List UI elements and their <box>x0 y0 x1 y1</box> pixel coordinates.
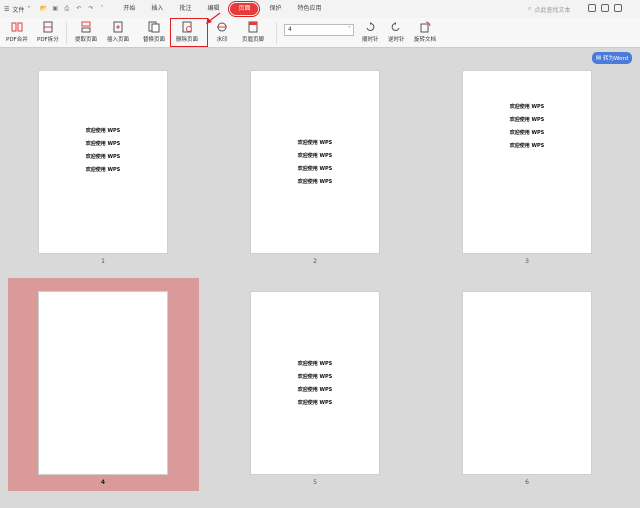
page-number: 3 <box>525 258 529 265</box>
scrollbar[interactable] <box>632 48 640 508</box>
page-thumbnail-6[interactable] <box>462 291 592 475</box>
page-line: 欢迎使用 WPS <box>297 361 333 367</box>
page-thumbnail-2[interactable]: 欢迎使用 WPS 欢迎使用 WPS 欢迎使用 WPS 欢迎使用 WPS <box>250 70 380 254</box>
page-line: 欢迎使用 WPS <box>297 140 333 146</box>
page-line: 欢迎使用 WPS <box>85 167 121 173</box>
word-icon: ▤ <box>595 55 602 61</box>
page-line: 欢迎使用 WPS <box>297 400 333 406</box>
page-line: 欢迎使用 WPS <box>297 374 333 380</box>
page-line: 欢迎使用 WPS <box>297 166 333 172</box>
to-word-button[interactable]: ▤ 转为Word <box>592 52 632 64</box>
page-line: 欢迎使用 WPS <box>509 117 545 123</box>
page-number: 1 <box>101 258 105 265</box>
page-text: 欢迎使用 WPS 欢迎使用 WPS 欢迎使用 WPS 欢迎使用 WPS <box>463 103 591 149</box>
page-number: 5 <box>313 479 317 486</box>
page-line: 欢迎使用 WPS <box>85 154 121 160</box>
page-line: 欢迎使用 WPS <box>297 179 333 185</box>
page-thumbnail-3[interactable]: 欢迎使用 WPS 欢迎使用 WPS 欢迎使用 WPS 欢迎使用 WPS <box>462 70 592 254</box>
page-number: 4 <box>100 479 106 486</box>
page-line: 欢迎使用 WPS <box>509 104 545 110</box>
page-line: 欢迎使用 WPS <box>85 141 121 147</box>
page-number: 2 <box>313 258 317 265</box>
page-line: 欢迎使用 WPS <box>509 130 545 136</box>
page-number: 6 <box>525 479 529 486</box>
page-text: 欢迎使用 WPS 欢迎使用 WPS 欢迎使用 WPS 欢迎使用 WPS <box>251 360 379 406</box>
page-line: 欢迎使用 WPS <box>509 143 545 149</box>
page-thumbnail-1[interactable]: 欢迎使用 WPS 欢迎使用 WPS 欢迎使用 WPS 欢迎使用 WPS <box>38 70 168 254</box>
to-word-label: 转为Word <box>603 56 629 62</box>
page-line: 欢迎使用 WPS <box>297 153 333 159</box>
page-thumbnail-5[interactable]: 欢迎使用 WPS 欢迎使用 WPS 欢迎使用 WPS 欢迎使用 WPS <box>250 291 380 475</box>
page-thumbnail-4[interactable] <box>38 291 168 475</box>
page-line: 欢迎使用 WPS <box>297 387 333 393</box>
page-line: 欢迎使用 WPS <box>85 128 121 134</box>
page-text: 欢迎使用 WPS 欢迎使用 WPS 欢迎使用 WPS 欢迎使用 WPS <box>251 139 379 185</box>
page-text: 欢迎使用 WPS 欢迎使用 WPS 欢迎使用 WPS 欢迎使用 WPS <box>39 127 167 173</box>
